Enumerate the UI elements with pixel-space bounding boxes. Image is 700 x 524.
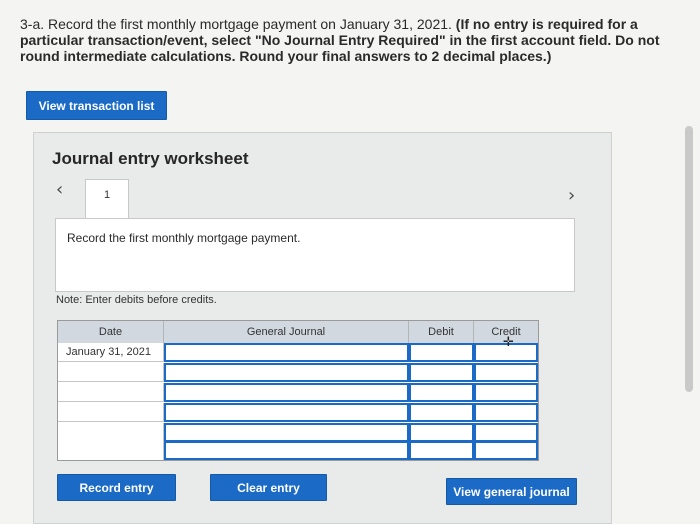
credit-input[interactable] <box>474 423 538 442</box>
debit-input[interactable] <box>409 423 474 442</box>
instructions: 3-a. Record the first monthly mortgage p… <box>20 16 682 64</box>
date-cell <box>58 403 164 422</box>
worksheet-title: Journal entry worksheet <box>52 149 249 168</box>
page-scrollbar[interactable] <box>685 126 693 392</box>
debit-input[interactable] <box>409 363 474 382</box>
account-input[interactable] <box>164 441 409 460</box>
journal-entry-worksheet: Journal entry worksheet ‹ › 1 Record the… <box>33 132 612 524</box>
credit-input[interactable] <box>474 441 538 460</box>
account-input[interactable] <box>164 403 409 422</box>
header-debit: Debit <box>409 321 474 343</box>
journal-table: Date General Journal Debit Credit Januar… <box>57 320 539 461</box>
debit-input[interactable] <box>409 343 474 362</box>
chevron-left-icon[interactable]: ‹ <box>56 179 63 200</box>
debit-input[interactable] <box>409 383 474 402</box>
note-text: Note: Enter debits before credits. <box>56 294 217 306</box>
account-input[interactable] <box>164 383 409 402</box>
debit-input[interactable] <box>409 403 474 422</box>
debit-input[interactable] <box>409 441 474 460</box>
credit-input[interactable] <box>474 363 538 382</box>
account-input[interactable] <box>164 343 409 362</box>
record-entry-button[interactable]: Record entry <box>57 474 176 501</box>
credit-input[interactable] <box>474 403 538 422</box>
date-cell <box>58 423 164 442</box>
header-date: Date <box>58 321 164 343</box>
move-cursor-icon: ✛ <box>503 335 514 350</box>
page: 3-a. Record the first monthly mortgage p… <box>0 0 700 524</box>
date-cell <box>58 383 164 402</box>
instructions-prefix: 3-a. Record the first monthly mortgage p… <box>20 16 456 32</box>
clear-entry-button[interactable]: Clear entry <box>210 474 327 501</box>
date-cell <box>58 363 164 382</box>
date-cell: January 31, 2021 <box>58 343 164 362</box>
chevron-right-icon[interactable]: › <box>568 185 575 206</box>
account-input[interactable] <box>164 363 409 382</box>
view-general-journal-button[interactable]: View general journal <box>446 478 577 505</box>
date-cell <box>58 441 164 460</box>
view-transaction-list-button[interactable]: View transaction list <box>26 91 167 120</box>
transaction-description: Record the first monthly mortgage paymen… <box>67 231 301 245</box>
tab-1[interactable]: 1 <box>85 179 129 219</box>
transaction-description-box: Record the first monthly mortgage paymen… <box>55 218 575 292</box>
account-input[interactable] <box>164 423 409 442</box>
credit-input[interactable] <box>474 383 538 402</box>
header-general-journal: General Journal <box>164 321 409 343</box>
